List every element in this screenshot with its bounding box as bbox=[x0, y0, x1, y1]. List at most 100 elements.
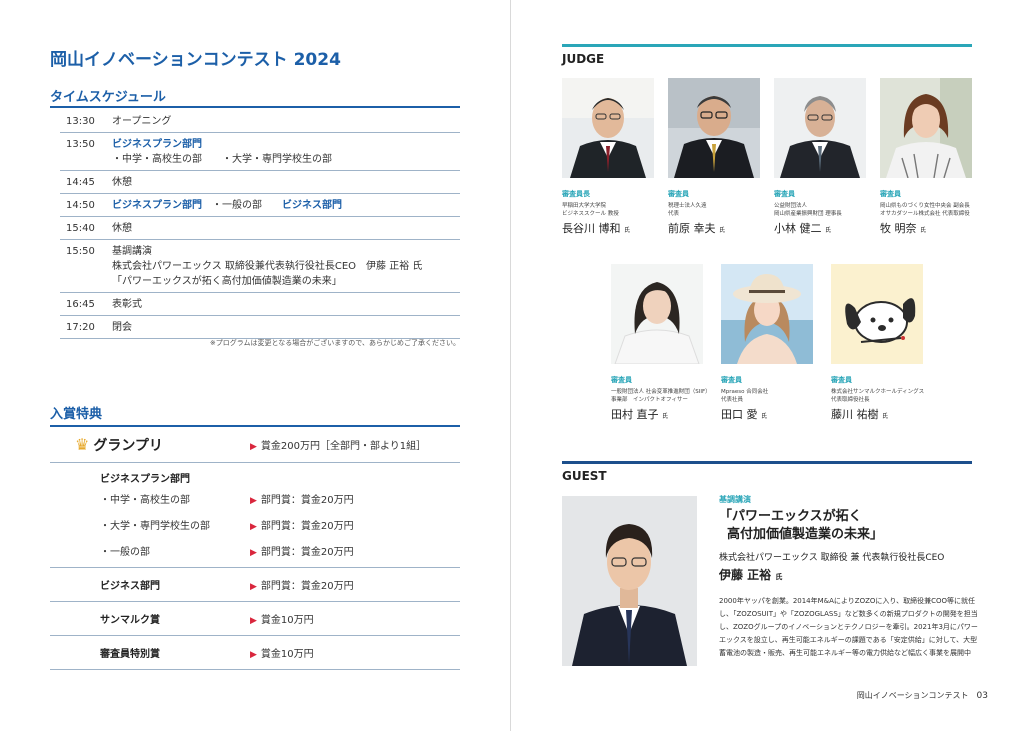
crown-icon: ♛ bbox=[75, 434, 90, 454]
judge-role: 審査員 bbox=[611, 376, 632, 384]
judge-role: 審査員 bbox=[774, 190, 795, 198]
judge-org: 早稲田大学大学院 bbox=[562, 203, 607, 209]
schedule-text: 休憩 bbox=[112, 177, 132, 188]
judge-role: 審査員 bbox=[831, 376, 852, 384]
schedule-time: 13:30 bbox=[66, 116, 95, 127]
judge-org: 岡山県産業振興財団 理事長 bbox=[774, 211, 842, 217]
schedule-text: ビジネスプラン部門 bbox=[112, 139, 202, 150]
judge-org: 事業部 インパクトオフィサー bbox=[611, 397, 688, 403]
prize-group-heading: ビジネスプラン部門 bbox=[100, 474, 190, 485]
judge-name: 長谷川 博和 bbox=[562, 222, 621, 235]
guest-talk-title: 高付加価値製造業の未来」 bbox=[727, 527, 884, 542]
prize-value: 部門賞：賞金20万円 bbox=[260, 546, 354, 558]
judge-org: 岡山県ものづくり女性中央会 副会長 bbox=[880, 203, 970, 209]
judge-role: 審査員 bbox=[668, 190, 689, 198]
triangle-icon: ▶ bbox=[250, 616, 257, 626]
guest-name: 伊藤 正裕 bbox=[719, 568, 772, 582]
schedule-time: 14:45 bbox=[66, 177, 95, 188]
right-page: JUDGE 審査員長 早稲田大学大学院 ビジネススクール 教授 長谷川 博和 氏 bbox=[512, 0, 1024, 731]
guest-photo bbox=[562, 496, 697, 666]
triangle-icon: ▶ bbox=[250, 547, 257, 558]
judge-photo bbox=[831, 264, 923, 364]
triangle-icon: ▶ bbox=[250, 650, 257, 660]
judge-suffix: 氏 bbox=[882, 413, 889, 420]
guest-heading: GUEST bbox=[562, 469, 607, 483]
schedule-time: 15:40 bbox=[66, 223, 95, 234]
judge-org: 税理士法人久遠 bbox=[668, 203, 707, 209]
judge-org: ビジネススクール 教授 bbox=[562, 211, 619, 217]
judge-name: 牧 明奈 bbox=[880, 222, 917, 235]
judge-org: 代表取締役社長 bbox=[831, 397, 870, 403]
schedule-row: 15:40 休憩 bbox=[60, 217, 460, 240]
judge-role: 審査員 bbox=[721, 376, 742, 384]
page-footer: 岡山イノベーションコンテスト 03 bbox=[857, 690, 988, 701]
schedule-divider bbox=[50, 106, 460, 108]
prize-value: 部門賞：賞金20万円 bbox=[260, 581, 354, 592]
schedule-text: ビジネスプラン部門 bbox=[112, 200, 202, 211]
prizes-table: ♛ グランプリ ▶ 賞金200万円［全部門・部より1組］ ビジネスプラン部門 ・中学… bbox=[50, 425, 460, 670]
judge-suffix: 氏 bbox=[825, 227, 832, 234]
judge-org: 代表社員 bbox=[721, 397, 744, 403]
judge-photo bbox=[668, 78, 760, 178]
judge-name: 前原 幸夫 bbox=[668, 222, 716, 235]
schedule-subtext: 株式会社パワーエックス 取締役兼代表執行役社長CEO 伊藤 正裕 氏 bbox=[112, 261, 423, 272]
prize-row: サンマルク賞 ▶ 賞金10万円 bbox=[50, 602, 460, 636]
prize-row: ・大学・専門学校生の部 ▶ 部門賞：賞金20万円 bbox=[50, 511, 460, 537]
schedule-time: 16:45 bbox=[66, 299, 95, 310]
judge-name: 田口 愛 bbox=[721, 408, 758, 421]
prize-name: サンマルク賞 bbox=[100, 615, 160, 626]
judge-photo bbox=[721, 264, 813, 364]
prize-value: 賞金200万円［全部門・部より1組］ bbox=[260, 441, 427, 452]
judge-card: 審査員 株式会社サンマルクホールディングス 代表取締役社長 藤川 祐樹 氏 bbox=[831, 264, 925, 422]
triangle-icon: ▶ bbox=[250, 495, 257, 506]
judge-org: 一般財団法人 社会変革推進財団（SIIF） bbox=[611, 389, 711, 395]
guest-info: 基調講演 「パワーエックスが拓く 高付加価値製造業の未来」 株式会社パワーエック… bbox=[719, 494, 989, 660]
judge-org: 公益財団法人 bbox=[774, 203, 808, 209]
prize-value: 部門賞：賞金20万円 bbox=[260, 494, 354, 506]
prize-name: ・中学・高校生の部 bbox=[100, 494, 190, 506]
prize-name: ・大学・専門学校生の部 bbox=[100, 520, 210, 532]
judge-suffix: 氏 bbox=[662, 413, 669, 420]
schedule-row: 14:45 休憩 bbox=[60, 171, 460, 194]
prize-row-grand: ♛ グランプリ ▶ 賞金200万円［全部門・部より1組］ bbox=[50, 425, 460, 463]
page-title: 岡山イノベーションコンテスト 2024 bbox=[50, 50, 341, 70]
judge-org: Mpraeso 合同会社 bbox=[721, 389, 769, 395]
guest-bio: 2000年ヤッパを創業。2014年M&AによりZOZOに入り、取締役兼COO等に… bbox=[719, 597, 978, 657]
judge-org: 株式会社サンマルクホールディングス bbox=[831, 389, 925, 395]
schedule-table: 13:30 オープニング 13:50 ビジネスプラン部門 ・中学・高校生の部 ・大学… bbox=[60, 110, 460, 339]
schedule-row: 17:20 閉会 bbox=[60, 316, 460, 339]
judge-card: 審査員 岡山県ものづくり女性中央会 副会長 オサカダツール株式会社 代表取締役 … bbox=[880, 78, 972, 236]
schedule-subtext: ・中学・高校生の部 ・大学・専門学校生の部 bbox=[112, 154, 332, 165]
judge-suffix: 氏 bbox=[920, 227, 927, 234]
footer-title: 岡山イノベーションコンテスト bbox=[856, 691, 969, 700]
prize-name: ・一般の部 bbox=[100, 546, 150, 558]
judge-suffix: 氏 bbox=[624, 227, 631, 234]
prize-group-bp: ビジネスプラン部門 ・中学・高校生の部 ▶ 部門賞：賞金20万円 ・大学・専門学校… bbox=[50, 463, 460, 568]
prize-value: 部門賞：賞金20万円 bbox=[260, 520, 354, 532]
triangle-icon: ▶ bbox=[250, 582, 257, 592]
schedule-note: ※プログラムは変更となる場合がございますので、あらかじめご了承ください。 bbox=[209, 339, 460, 347]
schedule-text: オープニング bbox=[112, 116, 172, 127]
judge-suffix: 氏 bbox=[761, 413, 768, 420]
triangle-icon: ▶ bbox=[250, 442, 257, 452]
guest-company: 株式会社パワーエックス 取締役 兼 代表執行役社長CEO bbox=[719, 553, 945, 563]
judge-card: 審査員 税理士法人久遠 代表 前原 幸夫 氏 bbox=[668, 78, 760, 236]
schedule-row: 16:45 表彰式 bbox=[60, 293, 460, 316]
schedule-subtext: ・一般の部 bbox=[212, 200, 262, 211]
schedule-text: 休憩 bbox=[112, 223, 132, 234]
judge-role: 審査員 bbox=[880, 190, 901, 198]
judge-card: 審査員 公益財団法人 岡山県産業振興財団 理事長 小林 健二 氏 bbox=[774, 78, 866, 236]
prize-name: ビジネス部門 bbox=[100, 581, 160, 592]
prize-row: ビジネス部門 ▶ 部門賞：賞金20万円 bbox=[50, 568, 460, 602]
judge-org: オサカダツール株式会社 代表取締役 bbox=[880, 211, 970, 217]
schedule-time: 13:50 bbox=[66, 139, 95, 150]
judge-suffix: 氏 bbox=[719, 227, 726, 234]
prize-value: 賞金10万円 bbox=[260, 615, 314, 626]
judge-bar bbox=[562, 44, 972, 47]
prize-name: 審査員特別賞 bbox=[100, 649, 160, 660]
schedule-row: 13:50 ビジネスプラン部門 ・中学・高校生の部 ・大学・専門学校生の部 bbox=[60, 133, 460, 171]
judge-name: 田村 直子 bbox=[611, 408, 659, 421]
prizes-heading: 入賞特典 bbox=[50, 407, 103, 422]
schedule-row: 15:50 基調講演 株式会社パワーエックス 取締役兼代表執行役社長CEO 伊藤 … bbox=[60, 240, 460, 293]
judge-photo bbox=[611, 264, 703, 365]
